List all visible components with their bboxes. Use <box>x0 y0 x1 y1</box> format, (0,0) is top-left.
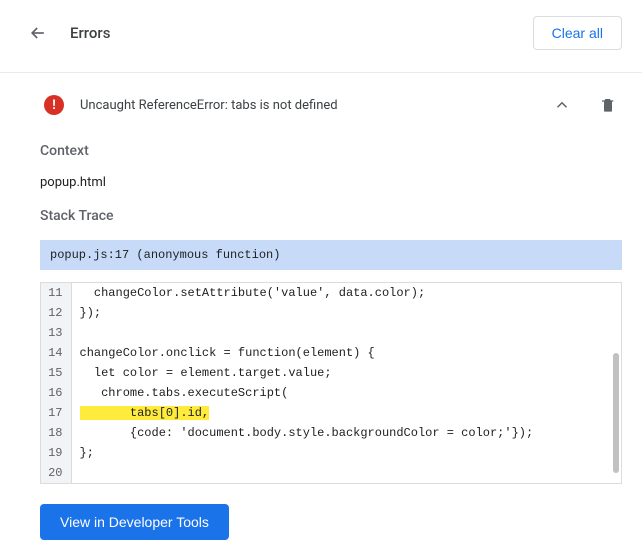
code-text: chrome.tabs.executeScript( <box>71 383 621 403</box>
line-number: 13 <box>41 323 71 343</box>
code-text <box>71 323 621 343</box>
error-message: Uncaught ReferenceError: tabs is not def… <box>80 98 548 113</box>
code-line: 17 tabs[0].id, <box>41 403 621 423</box>
code-text: {code: 'document.body.style.backgroundCo… <box>71 423 621 443</box>
code-line: 19}; <box>41 443 621 463</box>
line-number: 11 <box>41 283 71 303</box>
line-number: 16 <box>41 383 71 403</box>
clear-all-button[interactable]: Clear all <box>533 16 622 50</box>
line-number: 19 <box>41 443 71 463</box>
error-header-row: ! Uncaught ReferenceError: tabs is not d… <box>40 73 622 133</box>
line-number: 17 <box>41 403 71 423</box>
code-text: changeColor.onclick = function(element) … <box>71 343 621 363</box>
code-line: 18 {code: 'document.body.style.backgroun… <box>41 423 621 443</box>
code-text: }); <box>71 303 621 323</box>
line-number: 18 <box>41 423 71 443</box>
context-label: Context <box>40 143 622 159</box>
code-line: 12}); <box>41 303 621 323</box>
stack-trace-label: Stack Trace <box>40 208 622 224</box>
line-number: 14 <box>41 343 71 363</box>
code-text <box>71 463 621 483</box>
error-icon: ! <box>44 95 64 115</box>
view-in-devtools-button[interactable]: View in Developer Tools <box>40 504 229 540</box>
code-line: 11 changeColor.setAttribute('value', dat… <box>41 283 621 303</box>
line-number: 12 <box>41 303 71 323</box>
code-line: 13 <box>41 323 621 343</box>
code-table: 11 changeColor.setAttribute('value', dat… <box>41 283 621 483</box>
code-line: 20 <box>41 463 621 483</box>
line-number: 20 <box>41 463 71 483</box>
code-line: 16 chrome.tabs.executeScript( <box>41 383 621 403</box>
code-text: let color = element.target.value; <box>71 363 621 383</box>
stack-location[interactable]: popup.js:17 (anonymous function) <box>40 240 622 270</box>
code-line: 15 let color = element.target.value; <box>41 363 621 383</box>
delete-error-button[interactable] <box>594 91 622 119</box>
code-text: tabs[0].id, <box>71 403 621 423</box>
page-header: Errors Clear all <box>0 0 642 62</box>
arrow-left-icon <box>28 23 48 43</box>
chevron-up-icon <box>553 96 571 114</box>
back-button[interactable] <box>26 21 50 45</box>
code-viewer: 11 changeColor.setAttribute('value', dat… <box>40 282 622 484</box>
trash-icon <box>600 96 616 114</box>
scrollbar[interactable] <box>613 353 619 473</box>
context-value: popup.html <box>40 175 622 190</box>
content: ! Uncaught ReferenceError: tabs is not d… <box>0 73 642 560</box>
line-number: 15 <box>41 363 71 383</box>
code-line: 14changeColor.onclick = function(element… <box>41 343 621 363</box>
page-title: Errors <box>70 24 533 42</box>
code-text: }; <box>71 443 621 463</box>
collapse-button[interactable] <box>548 91 576 119</box>
code-text: changeColor.setAttribute('value', data.c… <box>71 283 621 303</box>
